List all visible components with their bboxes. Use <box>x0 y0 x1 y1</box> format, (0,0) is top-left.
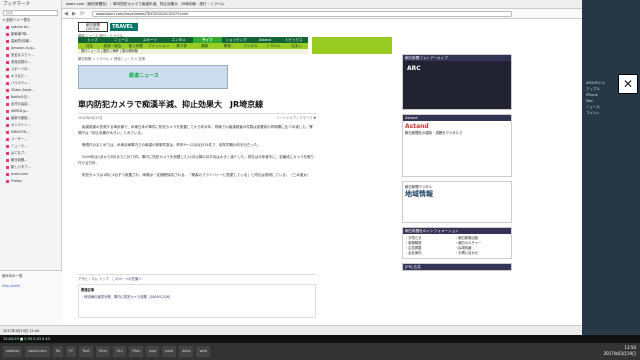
ad-banner[interactable]: 鉄道ニュース <box>78 65 228 89</box>
tab-bar[interactable]: asahi.com（朝日新聞社）：車内防犯カメラで痴漢半減、抑止効果大 JR埼京… <box>62 0 582 9</box>
sidebar-bottom-panel: 読み中の一覧 http://twitt <box>0 270 62 325</box>
status-bar: 2017年3月19日 12:44 <box>0 325 582 335</box>
astand-text: 朝日新聞社の雑誌・書籍をデジタルで <box>405 131 463 135</box>
pr-header: [PR] 広告 <box>403 264 511 270</box>
article-body: 痴漢被害の多発する埼京線で、JR東日本が車内に防犯カメラを設置してから約半年。同… <box>78 124 316 184</box>
system-monitor-bar: 12:44:29 ■ 0.95 0.43 0.40 <box>0 335 640 343</box>
sidebar-folder[interactable]: ▾ 全般ツリー表示 <box>0 17 61 24</box>
info-list: ・お知らせ ・朝日新聞出版・新聞購読 ・朝日カルチャー・広告掲載 ・採用情報・会社案内… <box>403 234 511 258</box>
taskbar-item[interactable]: app <box>146 346 160 357</box>
arc-banner-image[interactable]: ARC <box>403 61 511 109</box>
address-bar: ◀ ▶ ⟳ www.asahi.com/travel/news/TKY2010041… <box>62 9 582 19</box>
url-input[interactable]: www.asahi.com/travel/news/TKY20100411007… <box>92 11 512 17</box>
info-box: 朝日新聞社のインフォメーション ・お知らせ ・朝日新聞出版・新聞購読 ・朝日カルチャ… <box>402 227 512 259</box>
info-link[interactable]: ・お問い合わせ <box>455 251 505 256</box>
breadcrumb[interactable]: 朝日新聞 > トラベル > 鉄道ニュース > 記事 <box>78 56 145 61</box>
astand-box[interactable]: Astand Astand 朝日新聞社の雑誌・書籍をデジタルで <box>402 114 512 177</box>
clock-date: 2017年03月19日 <box>603 351 636 356</box>
bookmark-item[interactable]: 安全なスクリ... <box>0 52 61 59</box>
taskbar: sidebar asahi.com Tw FF Text Term VLC Files app n… <box>0 343 640 360</box>
taskbar-item[interactable]: Files <box>129 346 144 357</box>
pr-box: [PR] 広告 <box>402 263 512 271</box>
bookmark-item[interactable]: バラエティ... <box>0 80 61 87</box>
travel-nav[interactable]: 旅行ニュース | 国内 | 海外 | 旅の便利帳 <box>78 49 308 54</box>
bookmark-item[interactable]: ユーザー... <box>0 136 61 143</box>
taskbar-item[interactable]: Term <box>95 346 111 357</box>
article-date: 2010年4月11日 <box>78 116 103 120</box>
arc-box[interactable]: 朝日新聞フォトアーカイブ ARC <box>402 54 512 110</box>
arc-label: ARC <box>407 65 421 72</box>
bookmark-item[interactable]: sokuho bu... <box>0 24 61 31</box>
article-paragraph: 痴漢被害の多発する埼京線で、JR東日本が車内に防犯カメラを設置してから約半年。同… <box>78 125 313 135</box>
bookmark-item[interactable]: 朝日新聞... <box>0 157 61 164</box>
related-articles: 関連記事 ・埼京線の痴漢対策、車内に防犯カメラ設置（2009/12/26） <box>78 284 316 318</box>
taskbar-item[interactable]: FF <box>66 346 77 357</box>
article-paragraph: 防犯カメラは1両に4台ずつ設置され、映像は一定期間保存される。「乗客のプライバシ… <box>82 173 311 177</box>
social-bookmark-link[interactable]: ソーシャルブックマーク ▼ <box>276 114 316 122</box>
taskbar-item[interactable]: web <box>196 346 210 357</box>
close-icon[interactable]: ✕ <box>618 74 638 94</box>
sidebar-title: ブックマーク <box>3 2 30 7</box>
bookmark-item[interactable]: Firefox <box>0 178 61 185</box>
forward-icon[interactable]: ▶ <box>70 9 78 19</box>
astand-logo[interactable]: Astand <box>405 123 509 130</box>
right-column: 朝日新聞フォトアーカイブ ARC Astand Astand 朝日新聞社の雑誌・書… <box>402 54 512 335</box>
side-panel: #9500ドル アップル iPhone Mac ニュース コメント <box>582 0 640 335</box>
share-links[interactable]: アサヒ・コム トップ このページの先頭へ <box>78 274 316 282</box>
bookmark-item[interactable]: Nalifeの日... <box>0 94 61 101</box>
bookmark-item[interactable]: ISBN:978... <box>0 129 61 136</box>
sidebar-bottom-label: 読み中の一覧 <box>2 274 23 278</box>
related-item[interactable]: ・埼京線の痴漢対策、車内に防犯カメラ設置（2009/12/26） <box>81 294 313 299</box>
taskbar-item[interactable]: sidebar <box>3 346 23 357</box>
article-meta: 2010年4月11日 ソーシャルブックマーク ▼ <box>78 113 316 121</box>
bookmark-list: sokuho bu... 新幹線7時... 高画質(情報... Amazon.co.j… <box>0 24 61 185</box>
side-panel-line: コメント <box>586 111 600 115</box>
bookmark-item[interactable]: 新幹線7時... <box>0 31 61 38</box>
taskbar-item[interactable]: VLC <box>113 346 127 357</box>
bookmark-item[interactable]: 新しいタブ... <box>0 164 61 171</box>
bookmark-item[interactable]: 高画質(情報... <box>0 38 61 45</box>
sidebar-search-input[interactable]: 検索 <box>3 10 58 16</box>
bookmark-item[interactable]: 安保法制の... <box>0 59 61 66</box>
chiiki-title[interactable]: 地域情報 <box>405 189 509 199</box>
bookmark-item[interactable]: 3Sabc.Separ... <box>0 87 61 94</box>
bookmarks-sidebar: ブックマーク 検索 ▾ 全般ツリー表示 sokuho bu... 新幹線7時...… <box>0 0 62 335</box>
chiiki-box[interactable]: 朝日新聞デジタル 地域情報 <box>402 181 512 223</box>
sidebar-bottom-link[interactable]: http://twitt <box>2 284 60 288</box>
reload-icon[interactable]: ⟳ <box>78 9 86 19</box>
ad-label: 鉄道ニュース <box>129 73 159 79</box>
taskbar-item[interactable]: note <box>162 346 177 357</box>
taskbar-item[interactable]: asahi.com <box>25 346 50 357</box>
bookmark-item[interactable]: Amazon.co.jp... <box>0 45 61 52</box>
related-title: 関連記事 <box>81 288 95 292</box>
article-paragraph: 警視庁のまとめでは、JR埼京線車内での痴漢の検挙件数は、昨年9〜12月は計24件… <box>82 143 261 147</box>
taskbar-item[interactable]: Tw <box>52 346 64 357</box>
bookmark-item[interactable]: はてなブ... <box>0 150 61 157</box>
bookmark-item[interactable]: スポーツの... <box>0 66 61 73</box>
bookmark-item[interactable]: 最新の産経... <box>0 115 61 122</box>
web-page: 朝日新聞 DIGITAL TRAVEL 最新ニュース 旅行・トラベル トップ ニュ… <box>62 19 582 335</box>
back-icon[interactable]: ◀ <box>62 9 70 19</box>
taskbar-item[interactable]: Text <box>79 346 93 357</box>
bookmark-item[interactable]: asahi.com <box>0 171 61 178</box>
bookmark-item[interactable]: キスなど... <box>0 73 61 80</box>
bookmark-item[interactable]: 台湾の会話... <box>0 101 61 108</box>
bookmark-item[interactable]: WIRED.jp... <box>0 108 61 115</box>
section-logo[interactable]: TRAVEL <box>110 23 138 31</box>
bookmark-item[interactable]: ニュース... <box>0 143 61 150</box>
taskbar-item[interactable]: docs <box>179 346 194 357</box>
article-title: 車内防犯カメラで痴漢半減、抑止効果大 JR埼京線 <box>78 100 264 109</box>
bookmark-item[interactable]: オンライン... <box>0 122 61 129</box>
site-logo[interactable]: 朝日新聞 DIGITAL <box>78 22 108 32</box>
info-link[interactable]: ・会社案内 <box>405 251 455 256</box>
active-tab[interactable]: asahi.com（朝日新聞社）：車内防犯カメラで痴漢半減、抑止効果大 JR埼京… <box>66 2 224 6</box>
right-nav-banner[interactable] <box>312 37 392 54</box>
article-paragraph: 2009年は1月から8月までに計73件。車内に防犯カメラを設置した12月以降の月… <box>78 155 315 165</box>
clock[interactable]: 13:50 2017年03月19日 <box>604 345 636 357</box>
